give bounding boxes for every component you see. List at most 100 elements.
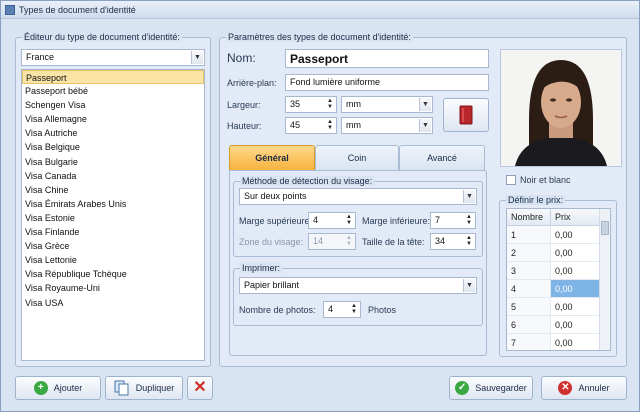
grid-number-cell[interactable]: 7 xyxy=(507,334,551,350)
spin-arrows-icon[interactable]: ▲ ▼ xyxy=(344,214,354,227)
height-unit-select[interactable]: mm ▼ xyxy=(341,117,433,134)
cancel-icon: ✕ xyxy=(558,381,573,395)
list-item[interactable]: Visa Estonie xyxy=(22,211,204,225)
duplicate-button[interactable]: Dupliquer xyxy=(105,376,183,400)
photo-preview xyxy=(500,49,622,167)
spin-arrows-icon[interactable]: ▲ ▼ xyxy=(464,235,474,248)
head-size-value: 34 xyxy=(435,236,446,246)
list-item[interactable]: Visa Finlande xyxy=(22,225,204,239)
grid-price-cell[interactable]: 0,00 xyxy=(551,226,599,243)
cancel-label: Annuler xyxy=(578,383,610,393)
detection-method-select[interactable]: Sur deux points ▼ xyxy=(239,188,477,205)
photo-count-value: 4 xyxy=(328,304,334,314)
list-item[interactable]: Visa Émirats Arabes Unis xyxy=(22,197,204,211)
bottom-margin-stepper[interactable]: 7 ▲ ▼ xyxy=(430,212,476,229)
face-zone-label: Zone du visage: xyxy=(239,237,304,247)
name-input[interactable]: Passeport xyxy=(285,49,489,68)
list-item[interactable]: Passeport xyxy=(22,70,204,85)
list-item[interactable]: Visa Bulgarie xyxy=(22,155,204,169)
grid-number-cell[interactable]: 2 xyxy=(507,244,551,261)
list-item[interactable]: Schengen Visa xyxy=(22,98,204,112)
height-label: Hauteur: xyxy=(227,121,262,131)
grid-scrollbar[interactable] xyxy=(599,209,610,350)
chevron-down-icon[interactable]: ▼ xyxy=(419,119,431,132)
chevron-down-icon[interactable]: ▼ xyxy=(419,98,431,111)
grid-number-cell[interactable]: 1 xyxy=(507,226,551,243)
dialog-window: Types de document d'identité Éditeur du … xyxy=(0,0,640,412)
list-item[interactable]: Visa Canada xyxy=(22,169,204,183)
grid-header-number[interactable]: Nombre xyxy=(507,209,551,225)
paper-select[interactable]: Papier brillant ▼ xyxy=(239,277,477,294)
plus-icon: + xyxy=(33,381,48,395)
price-grid[interactable]: Nombre Prix 1 0,00 2 0,00 3 0,00 4 0,00 5 0,00 6 0,… xyxy=(506,208,611,351)
grid-price-cell[interactable]: 0,00 xyxy=(551,334,599,350)
spin-arrows-icon[interactable]: ▲ ▼ xyxy=(464,214,474,227)
country-select[interactable]: France ▼ xyxy=(21,49,205,66)
width-stepper[interactable]: 35 ▲ ▼ xyxy=(285,96,337,113)
list-item[interactable]: Visa Chine xyxy=(22,183,204,197)
photo-count-stepper[interactable]: 4 ▲ ▼ xyxy=(323,301,361,318)
grid-number-cell[interactable]: 4 xyxy=(507,280,551,297)
height-stepper[interactable]: 45 ▲ ▼ xyxy=(285,117,337,134)
table-row[interactable]: 5 0,00 xyxy=(507,298,610,316)
bw-checkbox[interactable] xyxy=(506,175,516,185)
scroll-thumb[interactable] xyxy=(601,221,609,235)
delete-button[interactable]: ✕ xyxy=(187,376,213,400)
width-unit-select[interactable]: mm ▼ xyxy=(341,96,433,113)
document-type-list[interactable]: Passeport Passeport bébé Schengen Visa Visa… xyxy=(21,69,205,361)
chevron-down-icon[interactable]: ▼ xyxy=(191,51,203,64)
list-item[interactable]: Visa République Tchèque xyxy=(22,267,204,281)
spin-arrows-icon: ▲ ▼ xyxy=(346,235,352,247)
chevron-down-icon[interactable]: ▼ xyxy=(463,279,475,292)
tab-general[interactable]: Général xyxy=(229,145,315,171)
grid-price-cell[interactable]: 0,00 xyxy=(551,262,599,279)
background-input[interactable]: Fond lumière uniforme xyxy=(285,74,489,91)
spin-arrows-icon[interactable]: ▲ ▼ xyxy=(325,98,335,111)
delete-icon: ✕ xyxy=(193,379,207,396)
passport-book-button[interactable] xyxy=(443,98,489,132)
height-value: 45 xyxy=(290,120,301,130)
grid-price-cell[interactable]: 0,00 xyxy=(551,316,599,333)
spin-arrows-icon[interactable]: ▲ ▼ xyxy=(325,119,335,132)
tab-advanced[interactable]: Avancé xyxy=(399,145,485,171)
save-label: Sauvegarder xyxy=(475,383,527,393)
grid-price-cell[interactable]: 0,00 xyxy=(551,280,599,297)
detection-legend: Méthode de détection du visage: xyxy=(240,176,375,186)
chevron-down-icon[interactable]: ▼ xyxy=(463,190,475,203)
grid-price-cell[interactable]: 0,00 xyxy=(551,244,599,261)
list-item[interactable]: Visa Royaume-Uni xyxy=(22,281,204,295)
photo-count-unit: Photos xyxy=(368,305,397,315)
spin-arrows-icon[interactable]: ▲ ▼ xyxy=(349,303,359,316)
detection-method-value: Sur deux points xyxy=(244,191,307,201)
name-label: Nom: xyxy=(227,51,256,65)
list-item[interactable]: Visa Allemagne xyxy=(22,112,204,126)
bw-label: Noir et blanc xyxy=(520,175,571,185)
price-legend: Définir le prix: xyxy=(506,195,566,205)
list-item[interactable]: Passeport bébé xyxy=(22,84,204,98)
grid-number-cell[interactable]: 5 xyxy=(507,298,551,315)
list-item[interactable]: Visa Belgique xyxy=(22,140,204,154)
table-row[interactable]: 6 0,00 xyxy=(507,316,610,334)
table-row[interactable]: 2 0,00 xyxy=(507,244,610,262)
list-item[interactable]: Visa USA xyxy=(22,296,204,310)
print-legend: Imprimer: xyxy=(240,263,282,273)
width-value: 35 xyxy=(290,99,301,109)
grid-price-cell[interactable]: 0,00 xyxy=(551,298,599,315)
grid-number-cell[interactable]: 6 xyxy=(507,316,551,333)
table-row[interactable]: 3 0,00 xyxy=(507,262,610,280)
list-item[interactable]: Visa Grèce xyxy=(22,239,204,253)
save-button[interactable]: ✓ Sauvegarder xyxy=(449,376,533,400)
grid-number-cell[interactable]: 3 xyxy=(507,262,551,279)
list-item[interactable]: Visa Lettonie xyxy=(22,253,204,267)
cancel-button[interactable]: ✕ Annuler xyxy=(541,376,627,400)
tab-corner[interactable]: Coin xyxy=(315,145,399,171)
table-row[interactable]: 7 0,00 xyxy=(507,334,610,350)
add-button[interactable]: + Ajouter xyxy=(15,376,101,400)
top-margin-stepper[interactable]: 4 ▲ ▼ xyxy=(308,212,356,229)
list-item[interactable]: Visa Autriche xyxy=(22,126,204,140)
head-size-stepper[interactable]: 34 ▲ ▼ xyxy=(430,233,476,250)
title-bar[interactable]: Types de document d'identité xyxy=(1,1,639,19)
grid-header-price[interactable]: Prix xyxy=(551,209,599,225)
table-row[interactable]: 1 0,00 xyxy=(507,226,610,244)
table-row[interactable]: 4 0,00 xyxy=(507,280,610,298)
